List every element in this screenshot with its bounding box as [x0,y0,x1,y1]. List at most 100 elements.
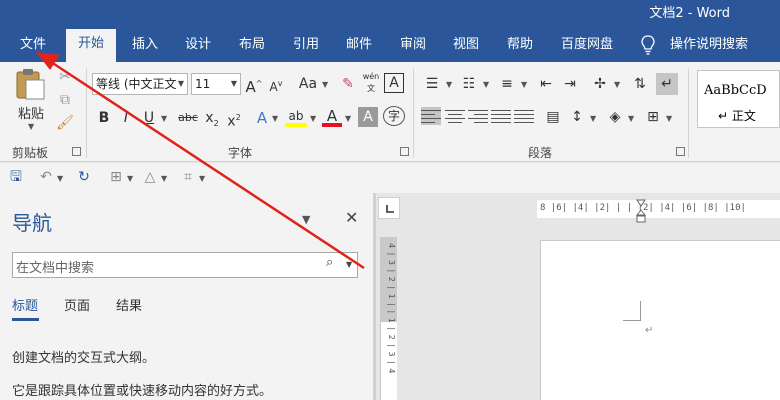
shapes-icon[interactable]: △ [140,166,160,188]
font-size-value: 11 [195,77,211,91]
numbering-dropdown-icon[interactable]: ▼ [483,80,489,89]
tab-view[interactable]: 视图 [447,30,485,62]
table-dropdown-icon[interactable]: ▼ [127,174,133,183]
style-normal[interactable]: AaBbCcD ↵ 正文 [697,70,780,128]
paste-button[interactable]: 粘贴 [18,103,44,122]
nav-tab-pages[interactable]: 页面 [64,295,90,314]
clear-formatting-icon[interactable]: ✎ [338,73,358,95]
paragraph-launcher-icon[interactable] [676,147,685,156]
tab-review[interactable]: 审阅 [394,30,432,62]
quick-access-toolbar: 🖫 ↶ ▼ ↻ ⊞ ▼ △ ▼ ⌗ ▼ [0,163,780,193]
increase-indent-icon[interactable]: ⇥ [559,73,581,95]
tab-insert[interactable]: 插入 [126,30,164,62]
group-separator [86,68,87,158]
italic-button[interactable]: I [117,107,135,129]
document-page[interactable]: ↵ [540,240,780,400]
search-icon[interactable]: ⌕ [326,255,333,270]
underline-dropdown-icon[interactable]: ▼ [161,114,167,123]
change-case-icon[interactable]: Aa [296,73,320,95]
paragraph-group-label: 段落 [528,146,553,160]
shading-dropdown-icon[interactable]: ▼ [628,114,634,123]
search-options-icon[interactable]: ▼ [346,260,352,269]
highlight-dropdown-icon[interactable]: ▼ [310,114,316,123]
distributed-button[interactable] [514,107,534,125]
highlight-icon[interactable]: ab [285,105,307,127]
underline-button[interactable]: U [140,107,158,129]
shapes-dropdown-icon[interactable]: ▼ [161,174,167,183]
paste-icon[interactable] [14,68,48,100]
chinese-layout-dropdown-icon[interactable]: ▼ [614,80,620,89]
nav-tab-results[interactable]: 结果 [116,295,142,314]
borders-icon[interactable]: ⊞ [642,106,664,128]
font-group-label: 字体 [228,146,253,160]
title-bar: 文档2 - Word 文件 开始 插入 设计 布局 引用 邮件 审阅 视图 帮助… [0,0,780,62]
tab-home[interactable]: 开始 [66,29,116,62]
cut-icon[interactable]: ✂ [55,66,75,88]
font-color-icon[interactable]: A [322,105,342,127]
table-icon[interactable]: ⊞ [106,166,126,188]
grow-font-icon[interactable]: A^ [244,73,264,98]
align-right-button[interactable] [468,107,488,125]
sort-icon[interactable]: ⇅ [628,73,652,95]
align-left-button[interactable] [421,107,441,125]
font-size-select[interactable]: 11 ▼ [191,73,241,95]
format-painter-icon[interactable]: 🖌 [55,112,75,134]
bullets-icon[interactable]: ☰ [421,73,443,95]
qat-customize-icon[interactable]: ▼ [199,174,205,183]
subscript-button[interactable]: x2 [203,107,221,135]
superscript-button[interactable]: x2 [225,107,243,133]
character-shading-icon[interactable]: A [358,107,378,127]
shrink-font-icon[interactable]: Av [266,73,286,98]
text-effects-icon[interactable]: A [252,107,272,129]
decrease-indent-icon[interactable]: ⇤ [535,73,557,95]
paste-dropdown-icon[interactable]: ▼ [28,122,34,131]
font-color-dropdown-icon[interactable]: ▼ [345,114,351,123]
indent-marker[interactable] [636,198,646,224]
close-icon[interactable]: ✕ [345,208,358,227]
character-border-icon[interactable]: A [384,73,404,93]
enclose-characters-icon[interactable]: 字 [383,106,405,126]
show-marks-icon[interactable]: ↵ [656,73,678,95]
multilevel-list-icon[interactable]: ≡ [496,73,518,95]
shading-icon[interactable]: ◈ [604,106,626,128]
font-name-value: 等线 (中文正文 [96,77,177,91]
save-icon[interactable]: 🖫 [6,166,26,188]
tab-baidu-netdisk[interactable]: 百度网盘 [556,30,618,62]
horizontal-ruler: 8 |6| |4| |2| | | |2| |4| |6| |8| |10| [537,200,780,218]
pane-divider[interactable] [373,193,376,400]
tab-mailings[interactable]: 邮件 [340,30,378,62]
tab-file[interactable]: 文件 [14,30,52,62]
undo-icon[interactable]: ↶ [36,166,56,188]
change-case-dropdown-icon[interactable]: ▼ [322,80,328,89]
strikethrough-button[interactable]: abc [175,107,201,129]
nav-tab-headings[interactable]: 标题 [12,295,38,314]
align-center-button[interactable] [445,107,465,125]
tab-references[interactable]: 引用 [287,30,325,62]
text-effects-dropdown-icon[interactable]: ▼ [272,114,278,123]
bullets-dropdown-icon[interactable]: ▼ [446,80,452,89]
redo-icon[interactable]: ↻ [74,166,94,188]
borders-dropdown-icon[interactable]: ▼ [666,114,672,123]
bold-button[interactable]: B [95,107,113,129]
chevron-down-icon[interactable]: ▼ [302,213,310,226]
font-name-select[interactable]: 等线 (中文正文 ▼ [92,73,188,95]
tab-help[interactable]: 帮助 [501,30,539,62]
chinese-layout-icon[interactable]: ✢ [588,73,612,95]
anchor-icon[interactable]: ⌗ [178,166,198,188]
clipboard-launcher-icon[interactable] [72,147,81,156]
font-launcher-icon[interactable] [400,147,409,156]
tab-layout[interactable]: 布局 [233,30,271,62]
line-spacing-icon[interactable]: ↕ [566,106,588,128]
phonetic-guide-icon[interactable]: wén 文 [360,71,382,95]
nav-search-input[interactable]: 在文档中搜索 ⌕ ▼ [12,252,358,278]
multilevel-list-dropdown-icon[interactable]: ▼ [521,80,527,89]
numbering-icon[interactable]: ☷ [458,73,480,95]
tell-me-search[interactable]: 操作说明搜索 [664,30,754,62]
copy-icon[interactable]: ⧉ [55,89,75,111]
tab-selector[interactable] [378,197,400,219]
line-spacing-dropdown-icon[interactable]: ▼ [590,114,596,123]
tab-design[interactable]: 设计 [179,30,217,62]
column-layout-icon[interactable]: ▤ [542,106,564,128]
undo-dropdown-icon[interactable]: ▼ [57,174,63,183]
justify-button[interactable] [491,107,511,125]
